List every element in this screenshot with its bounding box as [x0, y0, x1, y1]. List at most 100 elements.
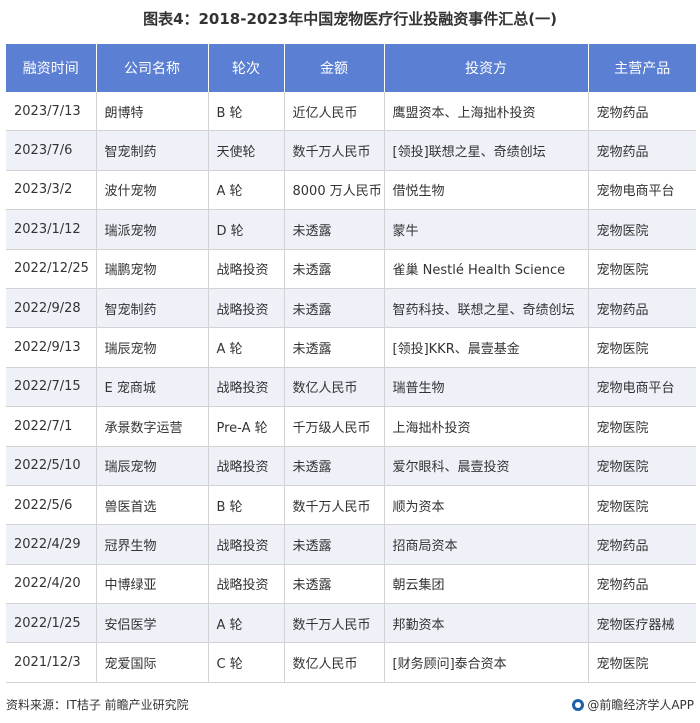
cell-round: 战略投资 [208, 446, 285, 486]
table-row: 2023/7/13 朗博特 B 轮近亿人民币 鹰盟资本、上海拙朴投资 宠物药品 [6, 92, 696, 132]
investment-table-container: 融资时间 公司名称 轮次 金额 投资方 主营产品 2023/7/13 朗博特 B 轮… [6, 44, 696, 683]
cell-round: A 轮 [208, 327, 285, 368]
cell-company: 瑞辰宠物 [96, 327, 209, 368]
cell-product: 宠物药品 [588, 288, 696, 329]
cell-date: 2022/7/1 [6, 406, 97, 447]
investment-table: 融资时间 公司名称 轮次 金额 投资方 主营产品 2023/7/13 朗博特 B 轮… [6, 44, 696, 683]
cell-date: 2023/3/2 [6, 170, 97, 211]
cell-amount: 未透露 [284, 564, 385, 605]
cell-amount: 未透露 [284, 524, 385, 565]
cell-product: 宠物药品 [588, 524, 696, 565]
cell-product: 宠物电商平台 [588, 367, 696, 408]
cell-product: 宠物药品 [588, 92, 696, 132]
cell-amount: 数千万人民币 [284, 603, 385, 644]
table-row: 2022/1/25 安侣医学 A 轮数千万人民币 邦勤资本 宠物医疗器械 [6, 603, 696, 644]
header-investor: 投资方 [384, 44, 589, 92]
cell-investor: 爱尔眼科、晨壹投资 [384, 446, 589, 486]
cell-date: 2022/5/10 [6, 446, 97, 486]
cell-round: 天使轮 [208, 130, 285, 171]
cell-amount: 未透露 [284, 288, 385, 329]
cell-company: 瑞派宠物 [96, 209, 209, 250]
cell-investor: 瑞普生物 [384, 367, 589, 408]
cell-round: 战略投资 [208, 249, 285, 289]
qianzhan-logo-icon [572, 698, 585, 711]
cell-round: D 轮 [208, 209, 285, 250]
cell-date: 2022/9/13 [6, 327, 97, 368]
cell-product: 宠物医院 [588, 485, 696, 526]
cell-company: 冠界生物 [96, 524, 209, 565]
brand-text: @前瞻经济学人APP [587, 698, 694, 712]
header-company: 公司名称 [96, 44, 209, 92]
cell-round: C 轮 [208, 642, 285, 683]
cell-company: 瑞辰宠物 [96, 446, 209, 486]
cell-date: 2021/12/3 [6, 642, 97, 683]
cell-date: 2022/9/28 [6, 288, 97, 329]
cell-amount: 数千万人民币 [284, 130, 385, 171]
table-row: 2022/9/13 瑞辰宠物 A 轮未透露 [领投]KKR、晨壹基金 宠物医院 [6, 327, 696, 368]
table-body: 2023/7/13 朗博特 B 轮近亿人民币 鹰盟资本、上海拙朴投资 宠物药品 2023/… [6, 92, 696, 683]
cell-amount: 8000 万人民币 [284, 170, 385, 211]
cell-round: 战略投资 [208, 367, 285, 408]
cell-round: 战略投资 [208, 524, 285, 565]
table-row: 2022/5/10 瑞辰宠物 战略投资 未透露 爱尔眼科、晨壹投资 宠物医院 [6, 446, 696, 486]
cell-amount: 未透露 [284, 209, 385, 250]
cell-product: 宠物医院 [588, 406, 696, 447]
table-row: 2021/12/3 宠爱国际 C 轮数亿人民币 [财务顾问]泰合资本 宠物医院 [6, 642, 696, 683]
table-row: 2022/4/29 冠界生物 战略投资 未透露 招商局资本 宠物药品 [6, 524, 696, 565]
cell-amount: 数亿人民币 [284, 642, 385, 683]
cell-date: 2023/1/12 [6, 209, 97, 250]
table-row: 2022/7/1 承景数字运营 Pre-A 轮千万级人民币 上海拙朴投资 宠物医院 [6, 406, 696, 447]
cell-company: 宠爱国际 [96, 642, 209, 683]
cell-amount: 未透露 [284, 327, 385, 368]
cell-product: 宠物医院 [588, 249, 696, 289]
table-row: 2022/7/15 E 宠商城 战略投资 数亿人民币 瑞普生物 宠物电商平台 [6, 367, 696, 408]
cell-round: Pre-A 轮 [208, 406, 285, 447]
cell-date: 2023/7/6 [6, 130, 97, 171]
cell-company: 安侣医学 [96, 603, 209, 644]
cell-date: 2022/12/25 [6, 249, 97, 289]
cell-investor: 借悦生物 [384, 170, 589, 211]
cell-amount: 近亿人民币 [284, 92, 385, 132]
cell-investor: [财务顾问]泰合资本 [384, 642, 589, 683]
cell-amount: 未透露 [284, 249, 385, 289]
cell-product: 宠物医院 [588, 327, 696, 368]
table-row: 2022/12/25 瑞鹏宠物 战略投资 未透露 雀巢 Nestlé Health Sc… [6, 249, 696, 289]
cell-product: 宠物医院 [588, 209, 696, 250]
cell-investor: 雀巢 Nestlé Health Science [384, 249, 589, 289]
table-row: 2023/1/12 瑞派宠物 D 轮未透露 蒙牛 宠物医院 [6, 209, 696, 250]
cell-date: 2022/4/20 [6, 564, 97, 605]
cell-product: 宠物药品 [588, 130, 696, 171]
cell-company: 朗博特 [96, 92, 209, 132]
cell-investor: 招商局资本 [384, 524, 589, 565]
table-header-row: 融资时间 公司名称 轮次 金额 投资方 主营产品 [6, 44, 696, 92]
cell-investor: 邦勤资本 [384, 603, 589, 644]
cell-product: 宠物药品 [588, 564, 696, 605]
cell-product: 宠物电商平台 [588, 170, 696, 211]
cell-investor: [领投]KKR、晨壹基金 [384, 327, 589, 368]
cell-investor: [领投]联想之星、奇绩创坛 [384, 130, 589, 171]
header-product: 主营产品 [588, 44, 696, 92]
cell-date: 2022/4/29 [6, 524, 97, 565]
cell-amount: 数亿人民币 [284, 367, 385, 408]
cell-investor: 顺为资本 [384, 485, 589, 526]
cell-round: B 轮 [208, 92, 285, 132]
cell-round: 战略投资 [208, 564, 285, 605]
table-row: 2022/4/20 中博绿亚 战略投资 未透露 朝云集团 宠物药品 [6, 564, 696, 605]
cell-company: 承景数字运营 [96, 406, 209, 447]
cell-date: 2022/5/6 [6, 485, 97, 526]
cell-investor: 鹰盟资本、上海拙朴投资 [384, 92, 589, 132]
cell-date: 2022/1/25 [6, 603, 97, 644]
header-amount: 金额 [284, 44, 385, 92]
cell-date: 2023/7/13 [6, 92, 97, 132]
table-row: 2023/7/6 智宠制药 天使轮 数千万人民币 [领投]联想之星、奇绩创坛 宠物药品 [6, 130, 696, 171]
cell-round: A 轮 [208, 170, 285, 211]
cell-company: 瑞鹏宠物 [96, 249, 209, 289]
report-figure: 图表4：2018-2023年中国宠物医疗行业投融资事件汇总(一) 融资时间 公司… [0, 0, 700, 723]
header-date: 融资时间 [6, 44, 97, 92]
table-row: 2023/3/2 波什宠物 A 轮 8000 万人民币 借悦生物 宠物电商平台 [6, 170, 696, 211]
cell-company: 波什宠物 [96, 170, 209, 211]
cell-date: 2022/7/15 [6, 367, 97, 408]
cell-company: 智宠制药 [96, 288, 209, 329]
cell-amount: 未透露 [284, 446, 385, 486]
cell-company: 中博绿亚 [96, 564, 209, 605]
